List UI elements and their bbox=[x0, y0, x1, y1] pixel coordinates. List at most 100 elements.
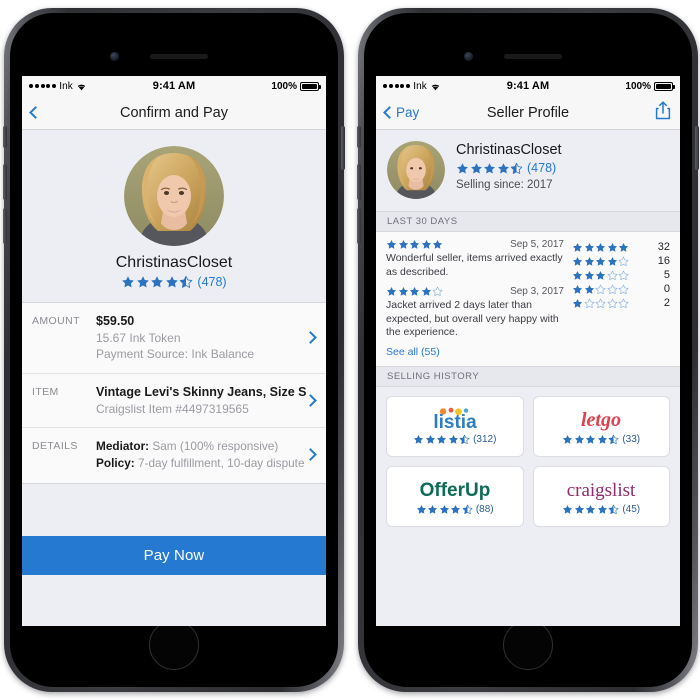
details-policy-value: 7-day fulfillment, 10-day dispute bbox=[137, 456, 305, 471]
seller-avatar bbox=[124, 146, 224, 246]
seller-meta: ChristinasCloset (478) Selling since: 20… bbox=[456, 141, 562, 191]
front-camera-icon bbox=[110, 52, 119, 61]
marketplace-rating: (312) bbox=[413, 434, 496, 445]
iphone-device-confirm-and-pay: Ink 9:41 AM 100% Confirm and Pay Christi… bbox=[3, 8, 345, 692]
review-item: Sep 3, 2017 Jacket arrived 2 days later … bbox=[386, 286, 564, 341]
review-header: Sep 5, 2017 bbox=[386, 239, 564, 250]
wifi-icon bbox=[431, 84, 440, 90]
earpiece-speaker bbox=[150, 54, 208, 59]
row-amount[interactable]: AMOUNT $59.50 15.67 Ink Token Payment So… bbox=[22, 303, 326, 374]
svg-text:OfferUp: OfferUp bbox=[419, 480, 490, 501]
signal-strength-icon bbox=[29, 84, 57, 88]
details-mediator: Mediator: Sam (100% responsive) bbox=[96, 438, 307, 455]
row-details-content: Mediator: Sam (100% responsive) Policy: … bbox=[96, 438, 317, 472]
star-rating-icon bbox=[572, 270, 629, 281]
marketplace-card-craigslist[interactable]: craigslist (45) bbox=[532, 466, 670, 528]
pay-now-button[interactable]: Pay Now bbox=[22, 535, 326, 575]
volume-down-button[interactable] bbox=[3, 208, 7, 244]
row-item-content: Vintage Levi's Skinny Jeans, Size S Crai… bbox=[96, 384, 317, 417]
distribution-count: 5 bbox=[663, 269, 670, 281]
star-rating-icon bbox=[121, 275, 193, 289]
svg-text:listia: listia bbox=[433, 412, 477, 431]
review-date: Sep 3, 2017 bbox=[510, 285, 564, 297]
seller-name: ChristinasCloset bbox=[456, 142, 562, 158]
star-rating-icon bbox=[572, 242, 629, 253]
marketplace-grid: listia (312) letgo (33) OfferUp (88) cra… bbox=[386, 396, 670, 528]
carrier-label: Ink bbox=[413, 80, 427, 92]
marketplace-rating-count: (45) bbox=[622, 504, 641, 516]
details-mediator-key: Mediator: bbox=[96, 439, 150, 454]
star-rating-icon bbox=[572, 256, 629, 267]
chevron-left-icon bbox=[29, 106, 42, 119]
back-button[interactable]: Pay bbox=[383, 105, 420, 120]
amount-payment-source: Payment Source: Ink Balance bbox=[96, 347, 255, 362]
marketplace-rating-count: (33) bbox=[622, 434, 641, 446]
row-details-label: DETAILS bbox=[32, 440, 78, 453]
battery-percent-label: 100% bbox=[625, 80, 651, 92]
power-button[interactable] bbox=[341, 126, 345, 170]
mute-switch[interactable] bbox=[3, 126, 7, 148]
wifi-icon bbox=[77, 84, 86, 90]
selling-history-section: listia (312) letgo (33) OfferUp (88) cra… bbox=[376, 387, 680, 539]
distribution-row: 2 bbox=[572, 297, 670, 309]
marketplace-rating: (33) bbox=[562, 434, 640, 445]
distribution-row: 0 bbox=[572, 283, 670, 295]
power-button[interactable] bbox=[695, 126, 699, 170]
volume-down-button[interactable] bbox=[357, 208, 361, 244]
content-area: ChristinasCloset (478) Selling since: 20… bbox=[376, 130, 680, 626]
row-details[interactable]: DETAILS Mediator: Sam (100% responsive) … bbox=[22, 428, 326, 484]
seller-name: ChristinasCloset bbox=[115, 254, 233, 271]
share-button[interactable] bbox=[655, 100, 671, 125]
marketplace-rating-count: (88) bbox=[475, 504, 494, 516]
bottom-spacer bbox=[22, 574, 326, 609]
carrier-label: Ink bbox=[59, 80, 73, 92]
section-header-last-30-days: LAST 30 DAYS bbox=[376, 211, 680, 232]
navigation-bar: Confirm and Pay bbox=[22, 96, 326, 130]
marketplace-rating-count: (312) bbox=[473, 434, 497, 446]
page-title: Confirm and Pay bbox=[120, 104, 228, 121]
marketplace-card-letgo[interactable]: letgo (33) bbox=[532, 396, 670, 458]
page-title: Seller Profile bbox=[486, 104, 570, 121]
seller-rating: (478) bbox=[22, 275, 326, 289]
item-source-id: Craigslist Item #4497319565 bbox=[96, 401, 249, 416]
battery-percent-label: 100% bbox=[271, 80, 297, 92]
front-camera-icon bbox=[464, 52, 473, 61]
craigslist-logo-icon: craigslist bbox=[549, 478, 653, 501]
share-icon bbox=[655, 100, 671, 119]
review-text: Jacket arrived 2 days later than expecte… bbox=[386, 298, 559, 339]
reviews-list: Sep 5, 2017 Wonderful seller, items arri… bbox=[386, 239, 564, 358]
spacer bbox=[22, 483, 326, 536]
status-bar-left: Ink bbox=[383, 81, 441, 92]
marketplace-rating: (88) bbox=[416, 504, 494, 515]
review-item: Sep 5, 2017 Wonderful seller, items arri… bbox=[386, 239, 564, 280]
back-button[interactable] bbox=[29, 106, 42, 119]
review-header: Sep 3, 2017 bbox=[386, 286, 564, 297]
status-bar-right: 100% bbox=[271, 80, 321, 92]
status-bar: Ink 9:41 AM 100% bbox=[376, 76, 680, 96]
order-detail-rows: AMOUNT $59.50 15.67 Ink Token Payment So… bbox=[22, 302, 326, 484]
marketplace-card-listia[interactable]: listia (312) bbox=[386, 396, 524, 458]
distribution-count: 2 bbox=[663, 297, 670, 309]
distribution-count: 16 bbox=[657, 255, 670, 267]
home-button[interactable] bbox=[503, 620, 553, 670]
selling-since-label: Selling since: 2017 bbox=[456, 179, 553, 191]
back-button-label: Pay bbox=[396, 105, 420, 120]
iphone-device-seller-profile: Ink 9:41 AM 100% Pay Seller Profile Chri… bbox=[357, 8, 699, 692]
mute-switch[interactable] bbox=[357, 126, 361, 148]
volume-up-button[interactable] bbox=[3, 164, 7, 200]
row-amount-content: $59.50 15.67 Ink Token Payment Source: I… bbox=[96, 313, 317, 363]
status-bar-right: 100% bbox=[625, 80, 675, 92]
star-rating-icon bbox=[562, 434, 619, 445]
screen-seller-profile: Ink 9:41 AM 100% Pay Seller Profile Chri… bbox=[376, 76, 680, 626]
offerup-logo-icon: OfferUp bbox=[411, 478, 499, 501]
navigation-bar: Pay Seller Profile bbox=[376, 96, 680, 130]
row-item[interactable]: ITEM Vintage Levi's Skinny Jeans, Size S… bbox=[22, 374, 326, 429]
marketplace-card-offerup[interactable]: OfferUp (88) bbox=[386, 466, 524, 528]
seller-rating: (478) bbox=[456, 161, 562, 175]
see-all-reviews-link[interactable]: See all (55) bbox=[386, 346, 564, 358]
volume-up-button[interactable] bbox=[357, 164, 361, 200]
star-rating-icon bbox=[413, 434, 470, 445]
home-button[interactable] bbox=[149, 620, 199, 670]
avatar-photo bbox=[124, 146, 224, 246]
svg-text:letgo: letgo bbox=[581, 409, 621, 431]
